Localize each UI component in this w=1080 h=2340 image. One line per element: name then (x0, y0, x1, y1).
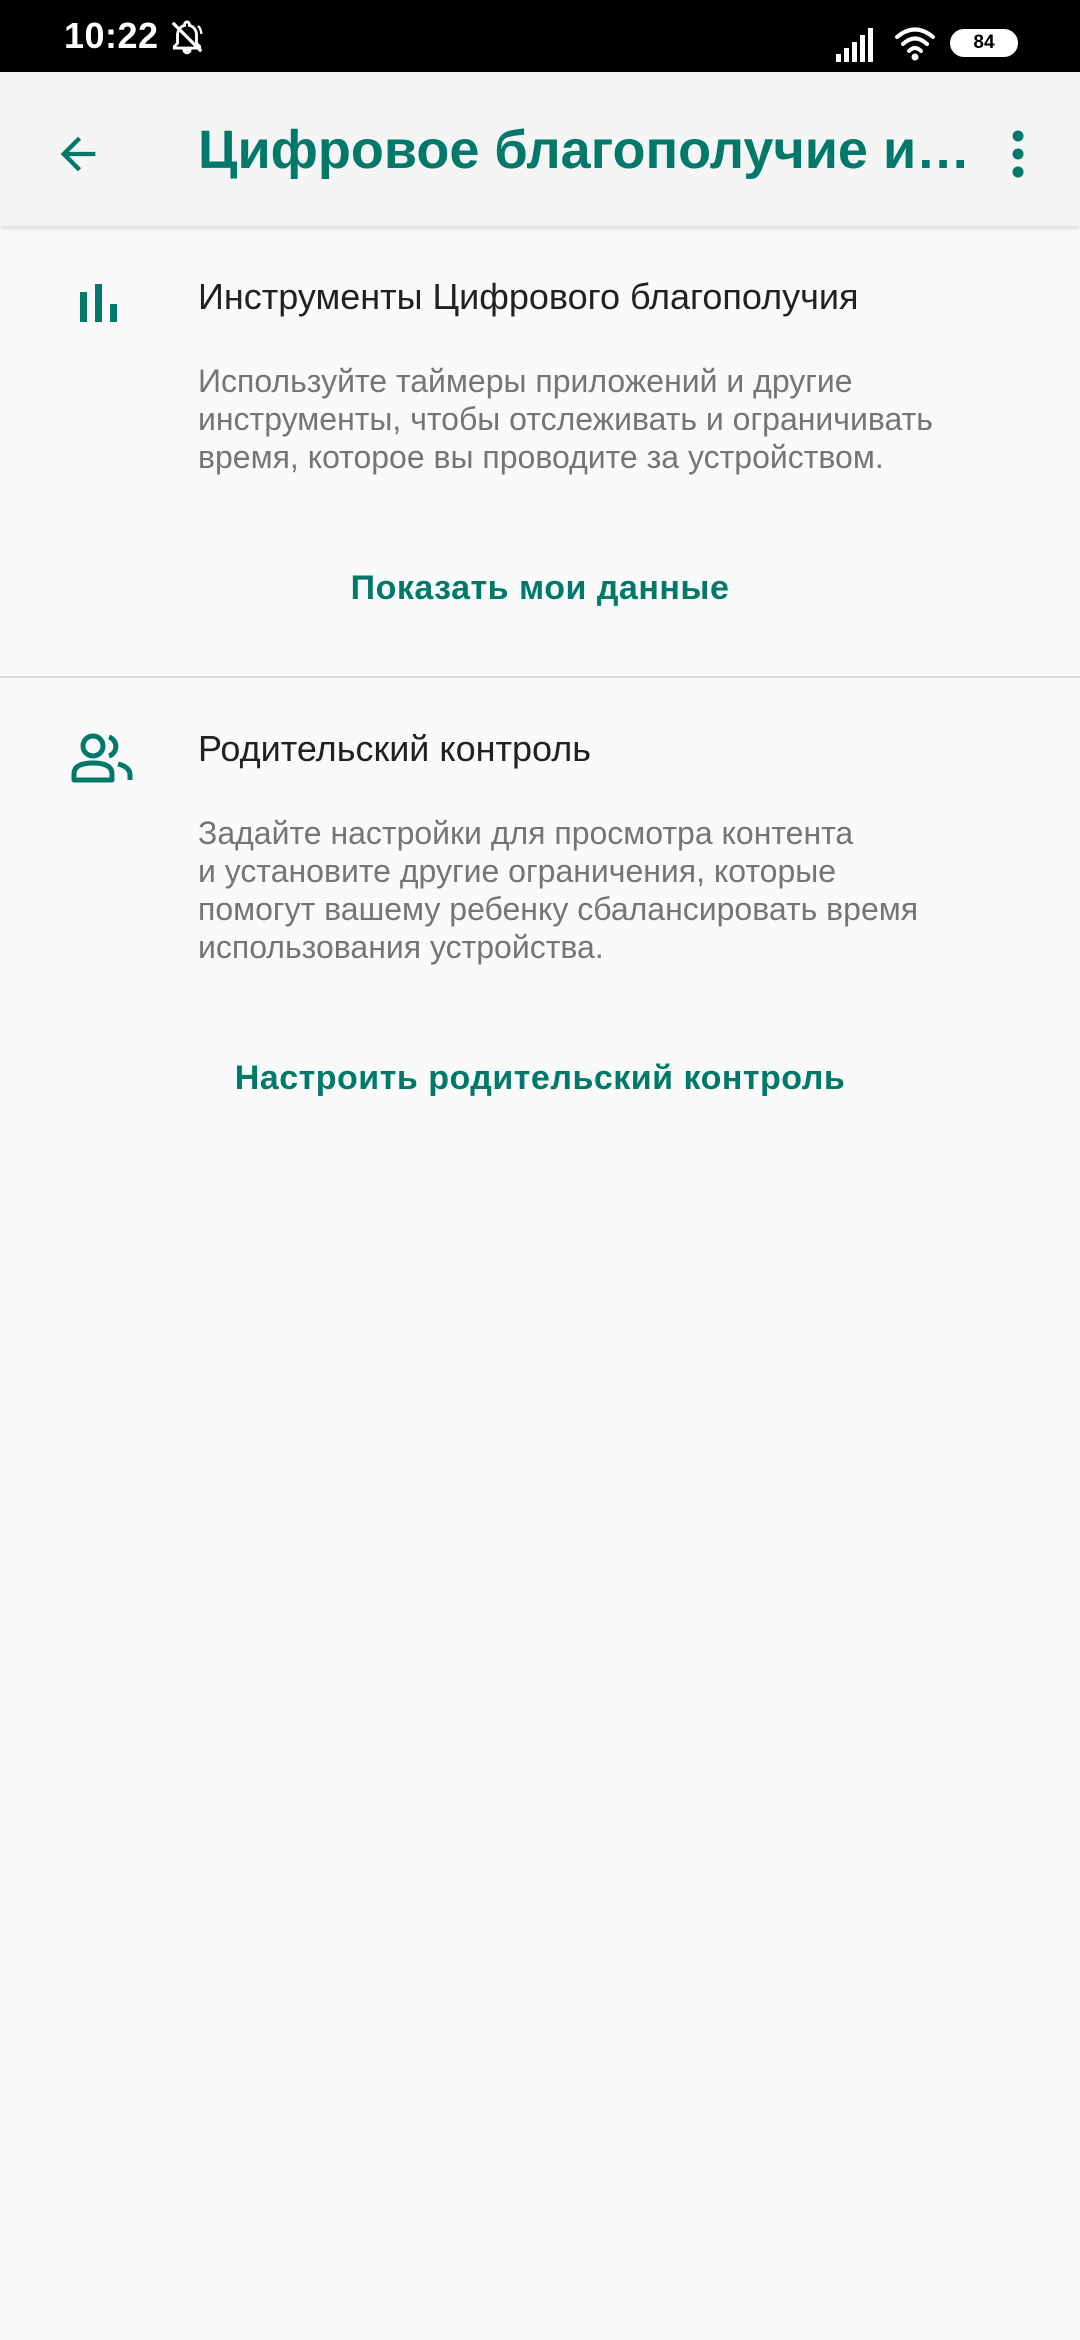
wifi-icon (895, 27, 935, 61)
bar-chart-icon (74, 278, 122, 326)
more-options-button[interactable] (994, 116, 1042, 192)
description-line: Используйте таймеры приложений и другие (198, 363, 853, 399)
bell-off-icon (171, 20, 203, 55)
setup-parental-controls-button[interactable]: Настроить родительский контроль (0, 1056, 1080, 1100)
description-line: помогут вашему ребенку сбалансировать вр… (198, 891, 919, 927)
status-bar: 10:22 84 (0, 0, 1080, 72)
description-line: и установите другие ограничения, которые (198, 853, 837, 889)
more-vertical-icon (1012, 130, 1024, 178)
description-line: использования устройства. (198, 929, 604, 965)
back-button[interactable] (40, 116, 116, 192)
parental-controls-description: Задайте настройки для просмотра контента… (198, 814, 998, 966)
app-bar: Цифровое благополучие и… (0, 72, 1080, 226)
status-time: 10:22 (64, 15, 159, 56)
show-my-data-button[interactable]: Показать мои данные (0, 566, 1080, 610)
description-line: время, которое вы проводите за устройств… (198, 439, 884, 475)
description-line: Задайте настройки для просмотра контента (198, 815, 854, 851)
wellbeing-tools-description: Используйте таймеры приложений и другие … (198, 362, 998, 476)
signal-icon (836, 28, 873, 62)
wellbeing-tools-title: Инструменты Цифрового благополучия (198, 276, 859, 317)
description-line: инструменты, чтобы отслеживать и огранич… (198, 401, 933, 437)
arrow-back-icon (60, 136, 96, 172)
battery-icon: 84 (950, 29, 1018, 57)
section-divider (0, 676, 1080, 678)
people-icon (70, 730, 134, 786)
page-title: Цифровое благополучие и… (198, 120, 971, 180)
parental-controls-title: Родительский контроль (198, 728, 591, 769)
battery-level: 84 (973, 32, 995, 53)
